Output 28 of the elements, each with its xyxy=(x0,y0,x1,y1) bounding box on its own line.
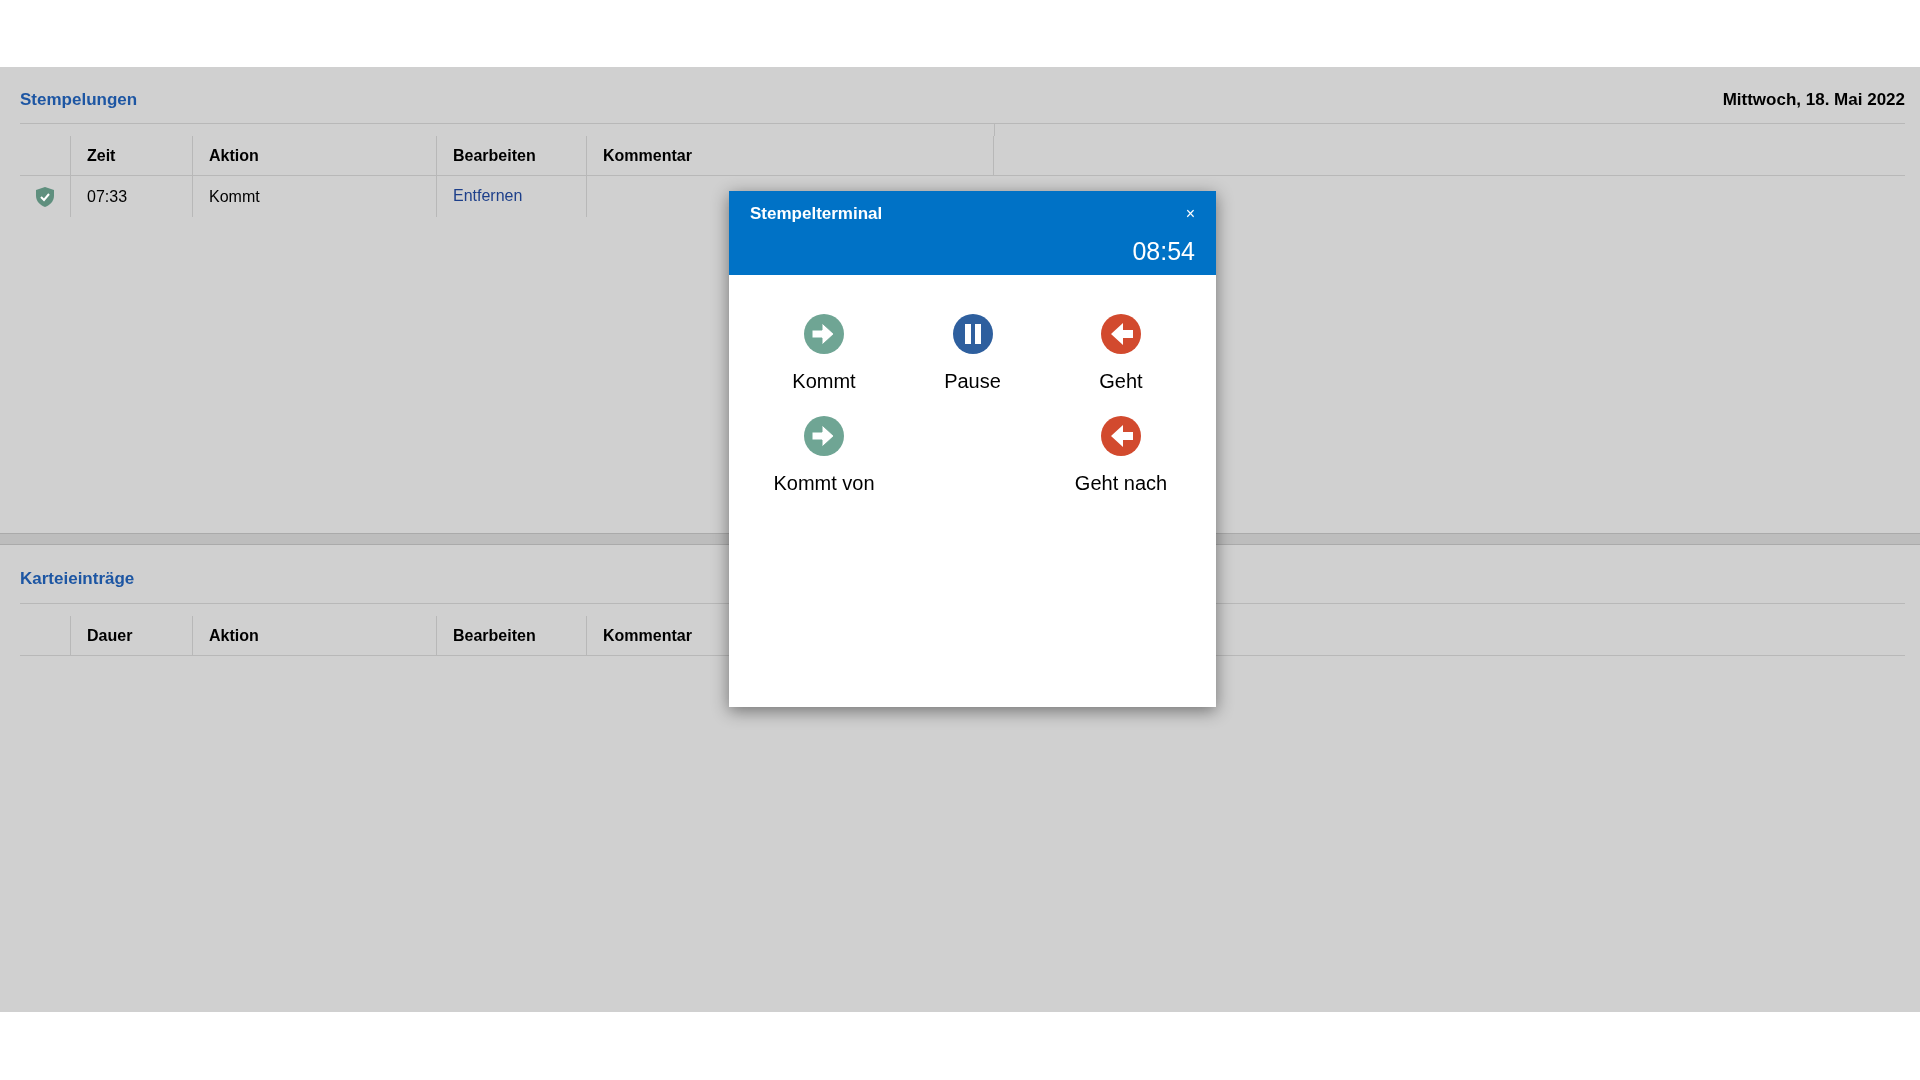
column-header: Kommentar xyxy=(603,145,692,166)
column-header: Dauer xyxy=(87,625,133,646)
stamp-button[interactable]: Kommt xyxy=(751,313,897,391)
date-label: Mittwoch, 18. Mai 2022 xyxy=(1722,89,1905,112)
time-cell-text: 07:33 xyxy=(87,186,128,207)
action-cell-text: Kommt xyxy=(209,186,260,207)
remove-link[interactable]: Entfernen xyxy=(453,184,523,208)
section-title: Stempelungen xyxy=(20,89,138,112)
dialog-title: Stempelterminal xyxy=(750,203,883,225)
arrow-right-icon xyxy=(803,313,845,355)
column-header: Zeit xyxy=(87,145,116,166)
stamp-button[interactable]: Geht nach xyxy=(1048,415,1194,493)
stamp-button[interactable]: Kommt von xyxy=(751,415,897,493)
column-header: Kommentar xyxy=(603,625,692,646)
arrow-left-icon xyxy=(1100,313,1142,355)
stamp-button[interactable]: Pause xyxy=(899,313,1046,391)
column-header: Bearbeiten xyxy=(453,145,536,166)
shield-check-icon xyxy=(36,186,54,207)
section-title: Karteieinträge xyxy=(20,568,135,591)
arrow-right-icon xyxy=(803,415,845,457)
stamp-button[interactable]: Geht xyxy=(1048,313,1194,391)
close-button[interactable]: × xyxy=(1185,205,1195,222)
column-header: Aktion xyxy=(209,625,259,646)
arrow-left-icon xyxy=(1100,415,1142,457)
column-header: Bearbeiten xyxy=(453,625,536,646)
clock-time: 08:54 xyxy=(1132,238,1195,264)
column-header: Aktion xyxy=(209,145,259,166)
pause-icon xyxy=(951,313,994,355)
